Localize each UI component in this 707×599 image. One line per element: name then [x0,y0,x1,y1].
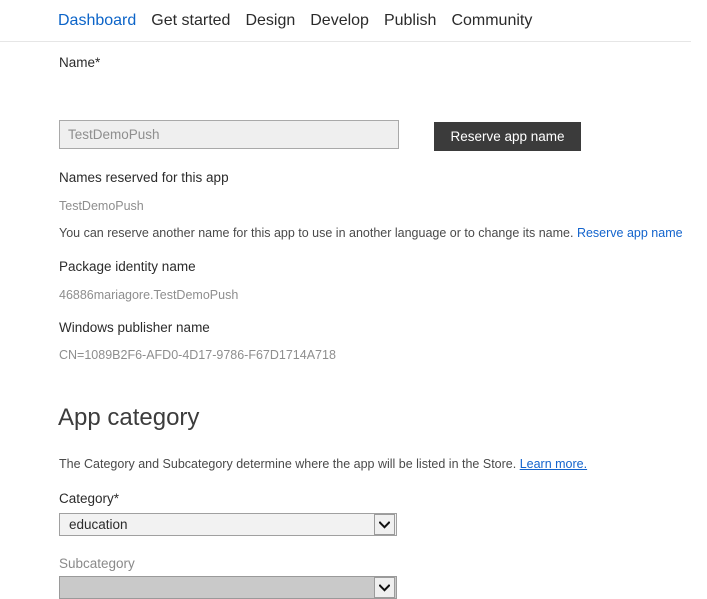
names-reserved-label: Names reserved for this app [59,169,229,186]
app-category-description-text: The Category and Subcategory determine w… [59,457,516,471]
reserve-another-name-text: You can reserve another name for this ap… [59,225,683,241]
reserved-name-value: TestDemoPush [59,198,144,214]
name-field-label: Name* [59,54,100,71]
reserve-app-name-link[interactable]: Reserve app name [577,226,683,240]
reserve-another-sentence: You can reserve another name for this ap… [59,226,573,240]
subcategory-field-label: Subcategory [59,555,135,572]
reserve-app-name-button[interactable]: Reserve app name [434,122,581,151]
nav-item-list: Dashboard Get started Design Develop Pub… [58,11,532,30]
top-navigation-bar: Dashboard Get started Design Develop Pub… [0,0,707,41]
category-select-value: education [60,514,374,535]
app-name-input[interactable] [59,120,399,149]
subcategory-select [59,576,397,599]
learn-more-link[interactable]: Learn more. [520,457,587,471]
nav-item-publish[interactable]: Publish [384,11,436,30]
chevron-down-icon[interactable] [374,514,395,535]
package-identity-name-value: 46886mariagore.TestDemoPush [59,287,238,303]
nav-item-develop[interactable]: Develop [310,11,369,30]
nav-item-dashboard[interactable]: Dashboard [58,11,136,30]
nav-item-design[interactable]: Design [245,11,295,30]
category-select[interactable]: education [59,513,397,536]
app-category-description: The Category and Subcategory determine w… [59,456,587,472]
app-category-heading: App category [58,403,199,433]
header-divider [0,41,691,42]
windows-publisher-name-value: CN=1089B2F6-AFD0-4D17-9786-F67D1714A718 [59,347,336,363]
chevron-down-icon [374,577,395,598]
category-field-label: Category* [59,490,119,507]
windows-publisher-name-label: Windows publisher name [59,319,210,336]
package-identity-name-label: Package identity name [59,258,196,275]
nav-item-get-started[interactable]: Get started [151,11,230,30]
nav-item-community[interactable]: Community [451,11,532,30]
